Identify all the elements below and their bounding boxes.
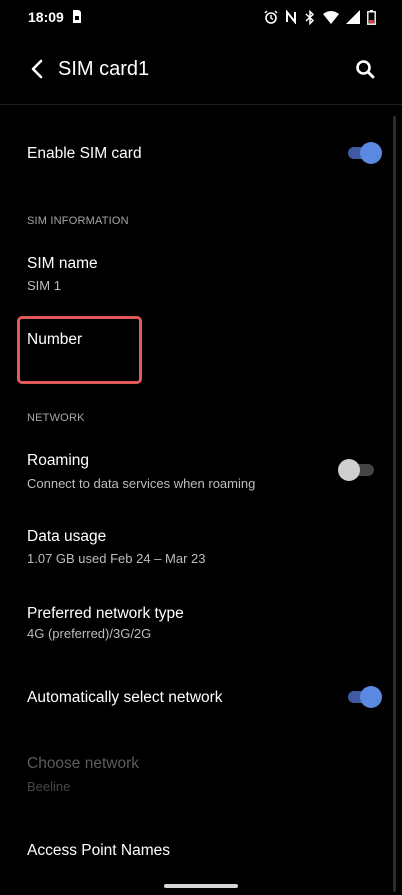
sim-name-row[interactable]: SIM name SIM 1 bbox=[0, 244, 402, 302]
access-point-names-row[interactable]: Access Point Names bbox=[0, 828, 402, 874]
enable-sim-label: Enable SIM card bbox=[27, 145, 142, 162]
roaming-summary: Connect to data services when roaming bbox=[27, 476, 256, 491]
auto-select-network-switch[interactable] bbox=[346, 686, 382, 708]
sim-card-icon bbox=[73, 10, 81, 23]
choose-network-row: Choose network Beeline bbox=[0, 744, 402, 802]
back-button[interactable] bbox=[22, 54, 52, 84]
battery-low-icon bbox=[367, 9, 376, 25]
data-usage-row[interactable]: Data usage 1.07 GB used Feb 24 – Mar 23 bbox=[0, 516, 402, 578]
alarm-icon bbox=[264, 10, 278, 24]
highlight-box bbox=[17, 316, 142, 384]
bluetooth-icon bbox=[305, 9, 315, 25]
page-title: SIM card1 bbox=[58, 58, 150, 80]
nfc-icon bbox=[286, 10, 296, 24]
choose-network-label: Choose network bbox=[27, 755, 140, 772]
sim-name-label: SIM name bbox=[27, 255, 98, 272]
roaming-row[interactable]: Roaming Connect to data services when ro… bbox=[0, 440, 402, 502]
preferred-network-summary: 4G (preferred)/3G/2G bbox=[27, 626, 152, 641]
auto-select-network-row[interactable]: Automatically select network bbox=[0, 670, 402, 726]
section-header-sim-info: SIM INFORMATION bbox=[27, 215, 129, 227]
preferred-network-row[interactable]: Preferred network type 4G (preferred)/3G… bbox=[0, 594, 402, 654]
switch-thumb bbox=[360, 142, 382, 164]
navigation-handle[interactable] bbox=[164, 884, 238, 888]
status-time: 18:09 bbox=[28, 9, 64, 25]
access-point-names-label: Access Point Names bbox=[27, 842, 170, 859]
search-button[interactable] bbox=[350, 54, 380, 84]
data-usage-summary: 1.07 GB used Feb 24 – Mar 23 bbox=[27, 551, 206, 566]
section-header-network: NETWORK bbox=[27, 412, 85, 424]
enable-sim-switch[interactable] bbox=[346, 142, 382, 164]
preferred-network-label: Preferred network type bbox=[27, 605, 184, 622]
app-bar: SIM card1 bbox=[0, 34, 402, 105]
auto-select-network-label: Automatically select network bbox=[27, 689, 223, 706]
sim-name-value: SIM 1 bbox=[27, 278, 61, 293]
roaming-switch[interactable] bbox=[338, 459, 376, 481]
roaming-label: Roaming bbox=[27, 452, 90, 469]
choose-network-summary: Beeline bbox=[27, 779, 71, 794]
wifi-icon bbox=[323, 10, 339, 24]
status-icons bbox=[264, 8, 376, 26]
switch-thumb bbox=[360, 686, 382, 708]
status-bar: 18:09 bbox=[0, 0, 402, 34]
search-icon bbox=[356, 60, 375, 79]
data-usage-label: Data usage bbox=[27, 528, 107, 545]
enable-sim-row[interactable]: Enable SIM card bbox=[0, 126, 402, 182]
back-arrow-icon bbox=[31, 59, 43, 79]
signal-icon bbox=[346, 10, 360, 24]
switch-thumb bbox=[338, 459, 360, 481]
